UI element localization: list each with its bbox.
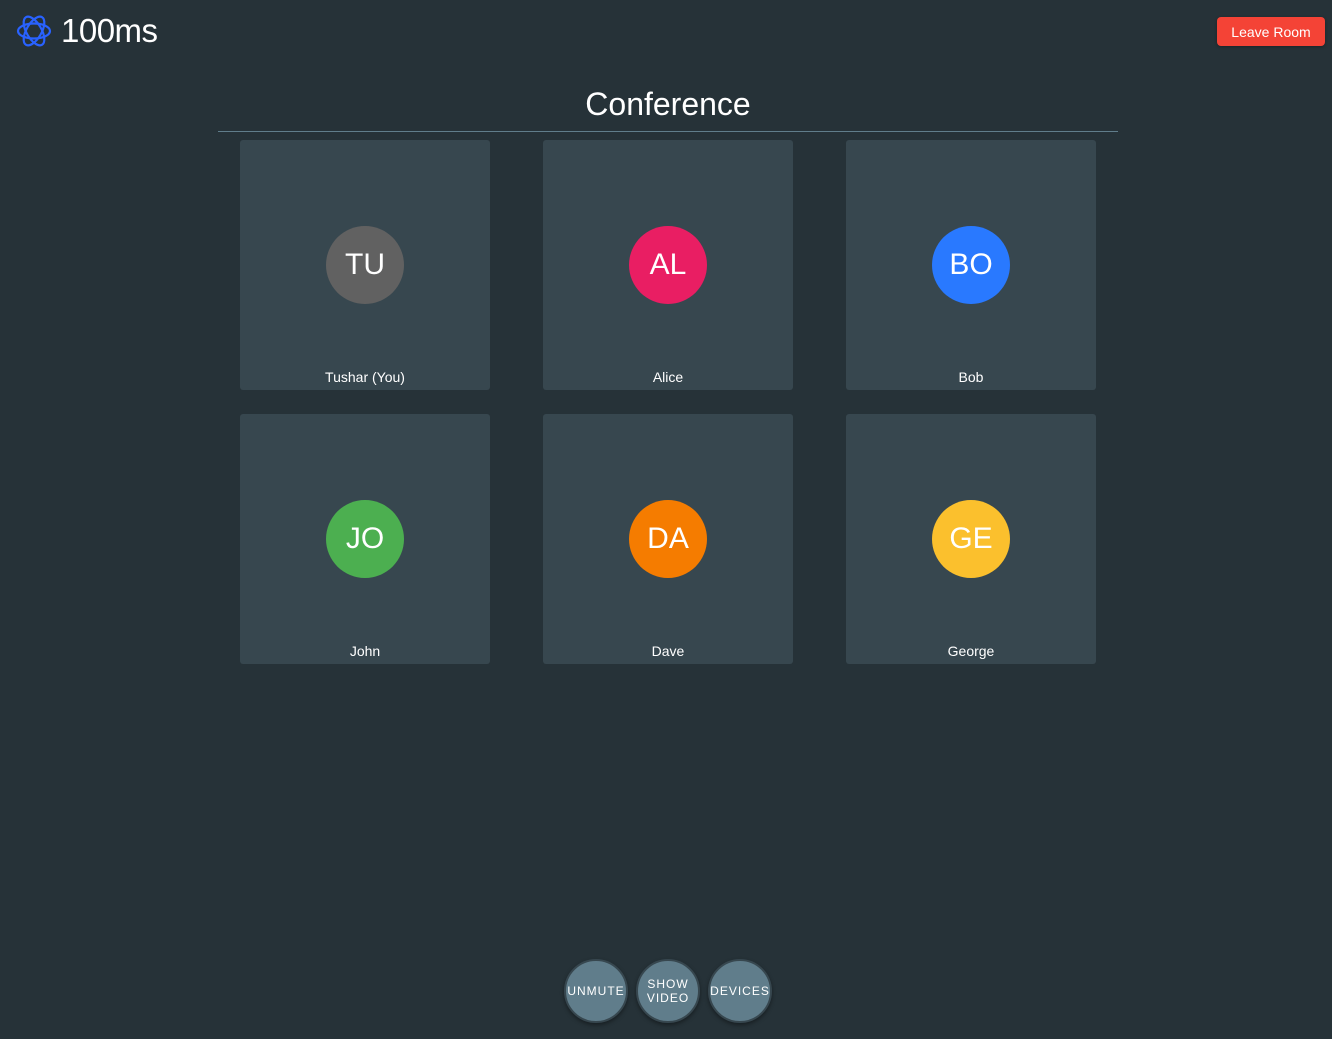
logo-icon	[16, 15, 52, 47]
peer-avatar: TU	[326, 226, 404, 304]
show-video-label: SHOW VIDEO	[647, 977, 689, 1005]
top-bar: 100ms Leave Room	[0, 0, 1332, 64]
peer-avatar: JO	[326, 500, 404, 578]
logo-text: 100ms	[61, 12, 158, 49]
devices-label: DEVICES	[710, 984, 770, 998]
peer-tile[interactable]: AL Alice	[543, 140, 793, 390]
unmute-button[interactable]: UNMUTE	[564, 959, 628, 1023]
page-title: Conference	[585, 86, 751, 122]
unmute-label: UNMUTE	[567, 984, 625, 998]
peer-name: John	[349, 643, 381, 659]
leave-room-button[interactable]: Leave Room	[1217, 17, 1325, 46]
peer-avatar: BO	[932, 226, 1010, 304]
peer-tile[interactable]: TU Tushar (You)	[240, 140, 490, 390]
peer-avatar: AL	[629, 226, 707, 304]
peer-name: George	[947, 643, 995, 659]
peer-tile[interactable]: DA Dave	[543, 414, 793, 664]
peer-tile[interactable]: GE George	[846, 414, 1096, 664]
logo: 100ms	[16, 13, 158, 49]
control-bar: UNMUTE SHOW VIDEO DEVICES	[563, 959, 773, 1025]
peer-name: Bob	[958, 369, 984, 385]
peer-name: Tushar (You)	[325, 369, 405, 385]
peer-tile[interactable]: BO Bob	[846, 140, 1096, 390]
show-video-button[interactable]: SHOW VIDEO	[636, 959, 700, 1023]
show-video-label-line1: SHOW	[647, 977, 689, 991]
show-video-label-line2: VIDEO	[646, 991, 690, 1005]
peer-name: Alice	[652, 369, 684, 385]
title-divider	[218, 131, 1118, 132]
peer-name: Dave	[651, 643, 685, 659]
peer-tile[interactable]: JO John	[240, 414, 490, 664]
peer-avatar: GE	[932, 500, 1010, 578]
peer-avatar: DA	[629, 500, 707, 578]
devices-button[interactable]: DEVICES	[708, 959, 772, 1023]
